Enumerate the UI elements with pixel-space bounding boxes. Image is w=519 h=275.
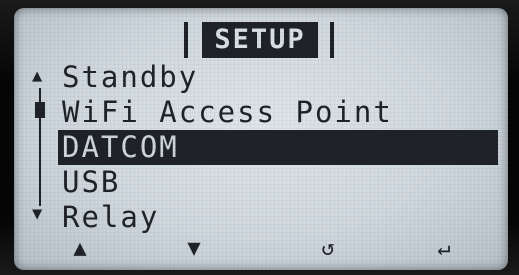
setup-menu: Standby WiFi Access Point DATCOM USB Rel…: [58, 60, 498, 235]
softkey-enter-icon[interactable]: ↵: [424, 234, 464, 264]
softkey-bar: ▲ ▼ ↺ ↵: [14, 234, 508, 264]
softkey-down-icon[interactable]: ▼: [174, 234, 214, 264]
header-divider-right: [330, 22, 334, 58]
scroll-down-icon: ▼: [32, 204, 43, 224]
header-divider-left: [184, 22, 188, 58]
scroll-up-icon: ▲: [32, 66, 43, 86]
softkey-back-icon[interactable]: ↺: [308, 234, 348, 264]
menu-item-wifi-access-point[interactable]: WiFi Access Point: [58, 95, 498, 130]
scrollbar-thumb: [35, 102, 45, 118]
screen-header: SETUP: [14, 14, 508, 58]
menu-item-relay[interactable]: Relay: [58, 200, 498, 235]
screen-title: SETUP: [202, 22, 318, 58]
menu-item-usb[interactable]: USB: [58, 165, 498, 200]
lcd-screen: SETUP ▲ ▼ Standby WiFi Access Point DATC…: [14, 8, 508, 270]
menu-item-standby[interactable]: Standby: [58, 60, 498, 95]
menu-item-datcom[interactable]: DATCOM: [58, 130, 498, 165]
softkey-up-icon[interactable]: ▲: [60, 234, 100, 264]
